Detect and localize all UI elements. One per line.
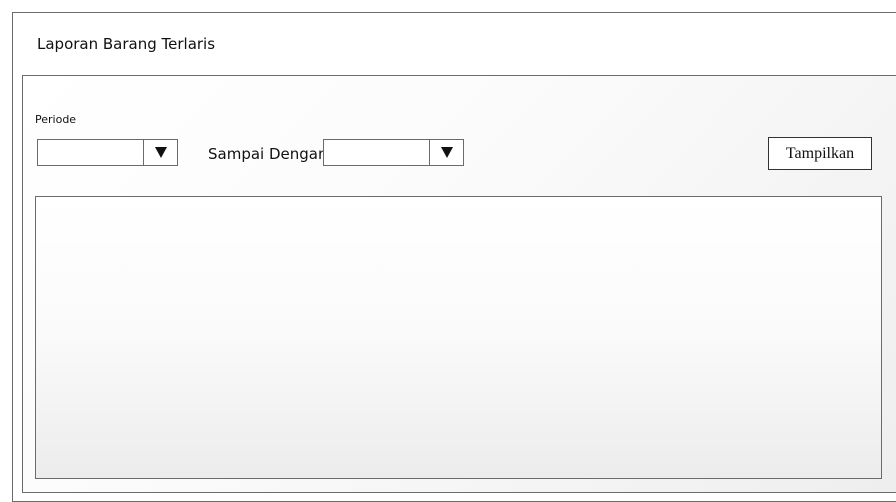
window-title: Laporan Barang Terlaris [37,35,216,53]
filter-panel: Periode Sampai Dengan Tampilkan [22,75,896,493]
triangle-down-icon [440,147,453,158]
end-period-select[interactable] [323,139,464,166]
start-period-dropdown-button[interactable] [143,140,177,165]
title-bar: Laporan Barang Terlaris [13,13,896,76]
end-period-value[interactable] [324,140,429,165]
report-window: Laporan Barang Terlaris Periode Sampai D… [12,12,896,502]
triangle-down-icon [154,147,167,158]
report-result-area [35,196,882,479]
sampai-dengan-label: Sampai Dengan [208,145,328,163]
periode-label: Periode [35,113,77,126]
start-period-select[interactable] [37,139,178,166]
start-period-value[interactable] [38,140,143,165]
end-period-dropdown-button[interactable] [429,140,463,165]
tampilkan-button[interactable]: Tampilkan [768,137,872,170]
